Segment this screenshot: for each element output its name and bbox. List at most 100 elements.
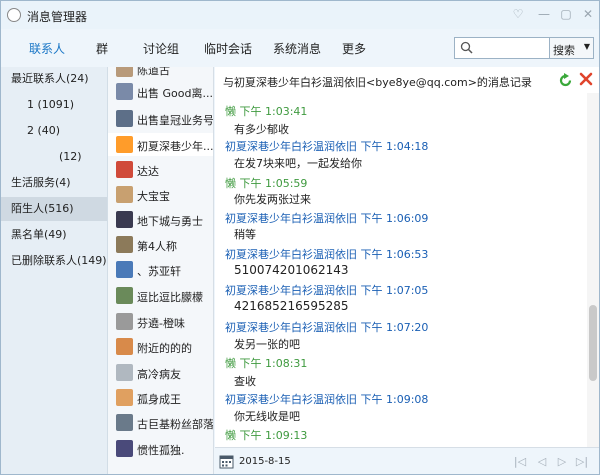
contact-item[interactable]: 逗比逗比朦檬 xyxy=(108,284,213,307)
contact-list: 陈道古 出售 Good离... 出售皇冠业务号 初夏深巷少年... 达达 大宝宝… xyxy=(108,67,214,474)
previous-page-icon[interactable]: ◁ xyxy=(535,455,549,469)
avatar xyxy=(116,211,133,228)
message-body: 发另一张的吧 xyxy=(234,338,300,351)
search-scope-dropdown[interactable]: 搜索 ▼ xyxy=(550,37,594,59)
title-bar: 消息管理器 ♡ — ▢ ✕ xyxy=(1,1,599,29)
avatar xyxy=(116,261,133,278)
contact-name: 达达 xyxy=(137,165,159,178)
delete-icon[interactable] xyxy=(579,72,593,86)
first-page-icon[interactable]: |◁ xyxy=(513,455,527,469)
message-list: 懒 下午 1:03:41 有多少郁收 初夏深巷少年白衫温润依旧 下午 1:04:… xyxy=(215,93,587,447)
refresh-icon[interactable] xyxy=(558,73,573,88)
tab-groups[interactable]: 群 xyxy=(96,40,108,57)
contact-item[interactable]: 高冷病友 xyxy=(108,361,213,384)
message-body: 在发7块来吧，一起发给你 xyxy=(234,157,362,170)
qq-penguin-avatar xyxy=(116,136,133,153)
contact-item[interactable]: 、苏亚轩 xyxy=(108,258,213,281)
contact-name: 高冷病友 xyxy=(137,368,181,381)
category-blacklist[interactable]: 黑名单(49) xyxy=(1,223,107,247)
message-body: 你无线收是吧 xyxy=(234,410,300,423)
contact-name: 大宝宝 xyxy=(137,190,170,203)
avatar xyxy=(116,364,133,381)
contact-item[interactable]: 古巨基粉丝部落 xyxy=(108,411,213,434)
message-body: 有多少郁收 xyxy=(234,123,289,136)
category-strangers[interactable]: 陌生人(516) xyxy=(1,197,107,221)
search-button-label: 搜索 xyxy=(553,44,575,57)
category-tab-bar: 联系人 群 讨论组 临时会话 系统消息 更多 搜索 ▼ xyxy=(1,29,599,67)
window-title: 消息管理器 xyxy=(27,10,88,24)
message-scrollbar[interactable] xyxy=(587,93,599,447)
contact-item[interactable]: 陈道古 xyxy=(108,67,213,80)
category-group-2[interactable]: 2 (40) xyxy=(1,119,107,143)
category-deleted-contacts[interactable]: 已删除联系人(149) xyxy=(1,249,107,273)
tab-system-messages[interactable]: 系统消息 xyxy=(273,40,321,57)
contact-item[interactable]: 大宝宝 xyxy=(108,183,213,206)
contact-item-selected[interactable]: 初夏深巷少年... xyxy=(108,133,213,156)
contact-name: 地下城与勇士 xyxy=(137,215,203,228)
skin-icon[interactable]: ♡ xyxy=(509,6,527,22)
contact-item[interactable]: 惯性孤独. xyxy=(108,437,213,460)
message-body: 稍等 xyxy=(234,228,256,241)
contact-name: 陈道古 xyxy=(137,67,170,77)
minimize-button[interactable]: — xyxy=(535,6,553,22)
contact-name: 古巨基粉丝部落 xyxy=(137,418,213,431)
avatar xyxy=(116,67,133,77)
tab-temporary-sessions[interactable]: 临时会话 xyxy=(204,40,252,57)
message-header: 懒 下午 1:09:13 xyxy=(225,429,308,442)
search-input[interactable] xyxy=(477,40,547,56)
category-group-1[interactable]: 1 (1091) xyxy=(1,93,107,117)
avatar xyxy=(116,440,133,457)
message-body: 查收 xyxy=(234,375,256,388)
tab-discussion-groups[interactable]: 讨论组 xyxy=(143,40,179,57)
contact-item[interactable]: 出售皇冠业务号 xyxy=(108,107,213,130)
next-page-icon[interactable]: ▷ xyxy=(555,455,569,469)
chevron-down-icon: ▼ xyxy=(583,42,590,51)
message-header: 初夏深巷少年白衫温润依旧 下午 1:07:05 xyxy=(225,284,429,297)
contact-item[interactable]: 出售 Good离... xyxy=(108,80,213,103)
contact-name: 出售 Good离... xyxy=(137,87,213,100)
avatar xyxy=(116,313,133,330)
contact-item[interactable]: 附近的的的 xyxy=(108,335,213,358)
contact-item[interactable]: 地下城与勇士 xyxy=(108,208,213,231)
close-button[interactable]: ✕ xyxy=(579,6,597,22)
avatar xyxy=(116,389,133,406)
contact-name: 附近的的的 xyxy=(137,342,192,355)
contact-item[interactable]: 达达 xyxy=(108,158,213,181)
category-group-3[interactable]: (12) xyxy=(1,145,107,169)
contact-name: 初夏深巷少年... xyxy=(137,140,213,153)
category-life-services[interactable]: 生活服务(4) xyxy=(1,171,107,195)
contact-name: 孤身成王 xyxy=(137,393,181,406)
contact-name: 惯性孤独. xyxy=(137,444,185,457)
contact-category-panel: 最近联系人(24) 1 (1091) 2 (40) (12) 生活服务(4) 陌… xyxy=(1,67,108,474)
app-logo-icon xyxy=(7,8,21,22)
calendar-icon[interactable] xyxy=(219,454,234,469)
avatar xyxy=(116,161,133,178)
scrollbar-thumb[interactable] xyxy=(589,305,597,381)
message-header: 懒 下午 1:03:41 xyxy=(225,105,308,118)
contact-name: 逗比逗比朦檬 xyxy=(137,291,203,304)
last-page-icon[interactable]: ▷| xyxy=(575,455,589,469)
selected-date[interactable]: 2015-8-15 xyxy=(239,456,291,467)
contact-item[interactable]: 第4人称 xyxy=(108,233,213,256)
category-recent-contacts[interactable]: 最近联系人(24) xyxy=(1,67,107,91)
chat-history-title: 与初夏深巷少年白衫温润依旧<bye8ye@qq.com>的消息记录 xyxy=(223,76,532,89)
avatar xyxy=(116,186,133,203)
maximize-button[interactable]: ▢ xyxy=(557,6,575,22)
message-header: 懒 下午 1:05:59 xyxy=(225,177,308,190)
tab-contacts[interactable]: 联系人 xyxy=(29,40,65,57)
message-history-panel: 与初夏深巷少年白衫温润依旧<bye8ye@qq.com>的消息记录 懒 下午 1… xyxy=(215,67,599,447)
contact-name: 出售皇冠业务号 xyxy=(137,114,213,127)
chat-header: 与初夏深巷少年白衫温润依旧<bye8ye@qq.com>的消息记录 xyxy=(215,67,599,93)
message-header: 初夏深巷少年白衫温润依旧 下午 1:09:08 xyxy=(225,393,429,406)
avatar xyxy=(116,83,133,100)
message-body: 你先发两张过来 xyxy=(234,193,311,206)
tab-more[interactable]: 更多 xyxy=(342,40,366,57)
avatar xyxy=(116,110,133,127)
chat-footer: 2015-8-15 |◁ ◁ ▷ ▷| xyxy=(215,447,599,474)
contact-name: 、苏亚轩 xyxy=(137,265,181,278)
contact-item[interactable]: 芬遶-橙味 xyxy=(108,310,213,333)
contact-name: 第4人称 xyxy=(137,240,177,253)
contact-item[interactable]: 孤身成王 xyxy=(108,386,213,409)
message-header: 懒 下午 1:08:31 xyxy=(225,357,308,370)
message-body: 421685216595285 xyxy=(234,299,349,313)
